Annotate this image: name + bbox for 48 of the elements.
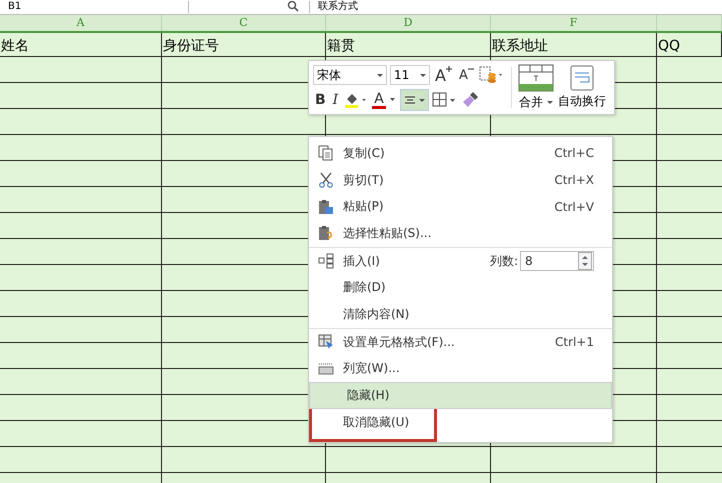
- name-box[interactable]: B1: [0, 1, 189, 13]
- border-icon[interactable]: [432, 92, 458, 108]
- menu-item[interactable]: 取消隐藏(U): [309, 408, 434, 436]
- formula-input[interactable]: 联系方式: [309, 1, 358, 13]
- menu-item[interactable]: 列宽(W)...: [309, 356, 612, 382]
- merge-cells-icon: [518, 64, 554, 92]
- menu-item[interactable]: 复制(C) Ctrl+C: [309, 140, 612, 167]
- brush-icon[interactable]: [460, 91, 479, 109]
- table-cell-text: 联系地址: [491, 37, 548, 56]
- table-cell-text: QQ: [657, 37, 680, 56]
- table-cell-text: 籍贯: [326, 37, 355, 56]
- bold-button[interactable]: B: [313, 92, 328, 108]
- grow-font-button[interactable]: A: [433, 66, 454, 84]
- align-center-icon: [404, 95, 416, 105]
- coins-icon[interactable]: [478, 66, 505, 84]
- clipboard-icon: [318, 225, 334, 242]
- plus-icon: [446, 66, 452, 72]
- column-count-label: 列数:: [490, 252, 518, 270]
- column-width-icon: [318, 360, 334, 377]
- menu-item[interactable]: 设置单元格格式(F)... Ctrl+1: [309, 328, 612, 356]
- caret-icon[interactable]: [388, 97, 397, 103]
- menu-item[interactable]: 剪切(T) Ctrl+X: [309, 166, 612, 194]
- merge-button[interactable]: 合并: [518, 64, 554, 111]
- format-cells-icon: [318, 334, 334, 350]
- menu-item[interactable]: 粘贴(P) Ctrl+V: [309, 193, 612, 220]
- menu-item[interactable]: 清除内容(N): [309, 301, 612, 328]
- search-icon: [287, 1, 301, 13]
- column-count-field[interactable]: 8: [520, 251, 594, 272]
- italic-button[interactable]: I: [330, 92, 340, 108]
- table-cell-text: 姓名: [0, 37, 29, 56]
- table-cell-text: 身份证号: [162, 37, 219, 56]
- scissors-icon: [318, 172, 334, 188]
- font-dropdown[interactable]: 宋体: [313, 65, 387, 85]
- insert-icon: [318, 253, 334, 270]
- font-color-button[interactable]: A: [372, 92, 386, 108]
- menu-item[interactable]: 删除(D): [309, 274, 612, 302]
- clipboard-icon: [318, 198, 334, 215]
- shrink-font-button[interactable]: A: [456, 68, 476, 82]
- wrap-text-icon: [570, 65, 594, 91]
- menu-item[interactable]: 插入(I) 列数: 8: [309, 248, 612, 274]
- copy-icon: [318, 145, 334, 162]
- size-dropdown[interactable]: 11: [390, 65, 430, 85]
- menu-item[interactable]: 隐藏(H): [309, 382, 612, 409]
- minus-icon: [468, 68, 474, 70]
- spinner-arrows-icon[interactable]: [578, 252, 592, 270]
- align-center-button[interactable]: [400, 89, 429, 111]
- wrap-text-button[interactable]: 自动换行: [558, 65, 606, 110]
- menu-item[interactable]: 选择性粘贴(S)...: [309, 220, 612, 247]
